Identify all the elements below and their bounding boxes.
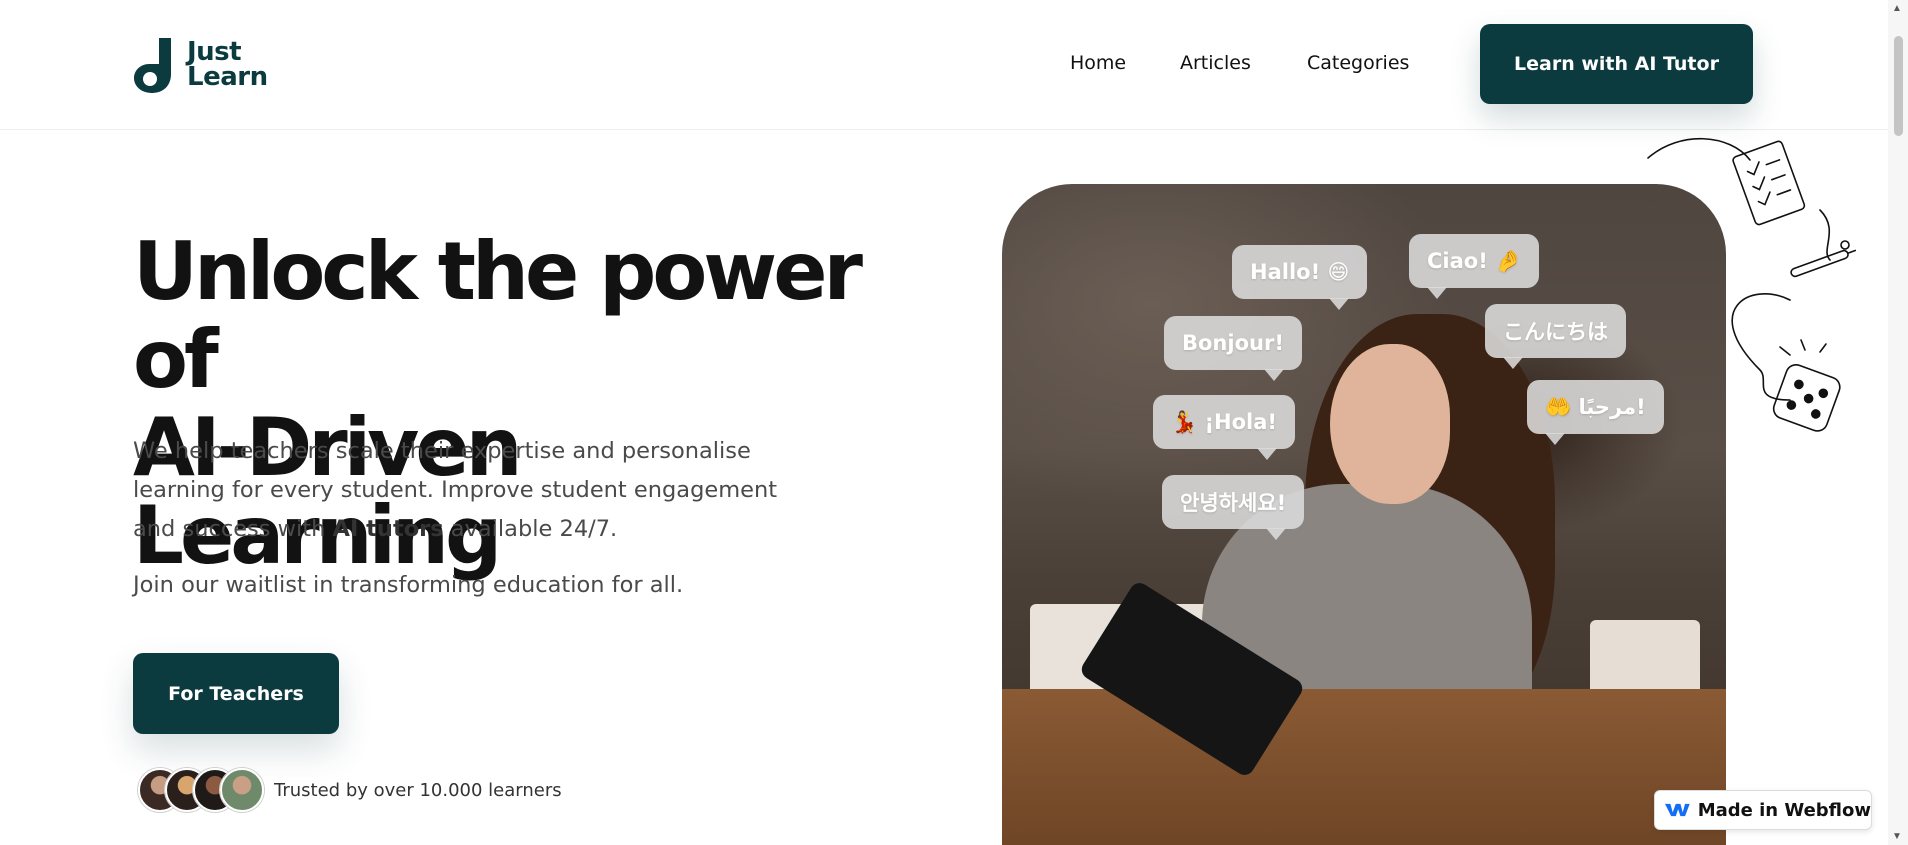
webflow-badge-text: Made in Webflow xyxy=(1697,799,1871,821)
hero-description: We help teachers scale their expertise a… xyxy=(133,432,813,549)
learn-with-ai-tutor-button[interactable]: Learn with AI Tutor xyxy=(1480,24,1753,104)
nav-home-link[interactable]: Home xyxy=(1070,52,1126,74)
photo-face xyxy=(1330,344,1450,504)
greeting-bubble-italian: Ciao! 🤌 xyxy=(1409,234,1540,299)
logo-line2: Learn xyxy=(187,62,268,92)
logo[interactable]: Just Learn xyxy=(133,36,273,94)
logo-text: Just Learn xyxy=(187,39,268,92)
logo-mark-icon xyxy=(134,38,171,93)
scroll-down-arrow-icon[interactable]: ▼ xyxy=(1892,831,1902,842)
greeting-bubble-korean: 안녕하세요! xyxy=(1162,475,1305,540)
greeting-bubble-spanish: 💃 ¡Hola! xyxy=(1153,395,1295,460)
hero-title-line1: Unlock the power of xyxy=(133,225,863,406)
nav-categories-link[interactable]: Categories xyxy=(1307,52,1409,74)
for-teachers-button[interactable]: For Teachers xyxy=(133,653,339,734)
nav-articles-link[interactable]: Articles xyxy=(1180,52,1251,74)
made-in-webflow-badge[interactable]: Made in Webflow xyxy=(1654,790,1872,830)
site-header: Just Learn Home Articles Categories Lear… xyxy=(0,0,1888,130)
avatar xyxy=(220,768,264,812)
waitlist-text: Join our waitlist in transforming educat… xyxy=(133,572,684,598)
scrollbar-thumb[interactable] xyxy=(1894,36,1903,136)
hero-photo: Hallo! 😄 Ciao! 🤌 Bonjour! こんにちは 💃 ¡Hola!… xyxy=(1002,184,1726,845)
scroll-up-arrow-icon[interactable]: ▲ xyxy=(1892,3,1902,14)
trust-text: Trusted by over 10.000 learners xyxy=(274,779,562,801)
page-scrollbar[interactable]: ▲ ▼ xyxy=(1888,0,1908,845)
hero-desc-bold: AI tutors xyxy=(332,516,444,542)
greeting-bubble-french: Bonjour! xyxy=(1164,316,1302,381)
avatar-group xyxy=(138,768,264,812)
webflow-logo-icon xyxy=(1665,803,1690,817)
greeting-bubble-german: Hallo! 😄 xyxy=(1232,245,1368,310)
hero-desc-part2: available 24/7. xyxy=(443,516,618,542)
photo-table xyxy=(1002,689,1726,845)
trust-row: Trusted by over 10.000 learners xyxy=(138,768,562,812)
doodle-illustration-icon xyxy=(1647,137,1857,432)
greeting-bubble-japanese: こんにちは xyxy=(1485,304,1626,369)
